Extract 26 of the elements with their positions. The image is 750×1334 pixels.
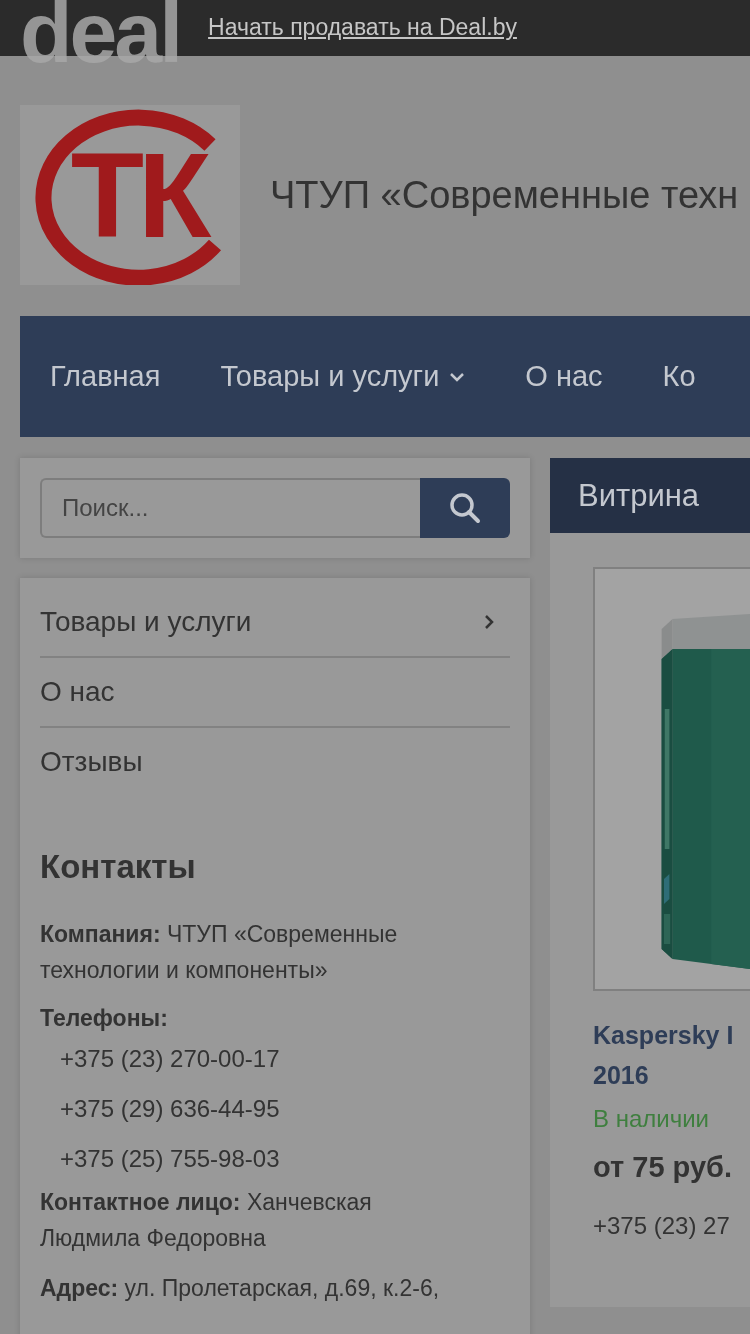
- showcase-title: Витрина: [578, 477, 700, 514]
- company-logo[interactable]: ТК: [20, 105, 240, 285]
- availability-status: В наличии: [593, 1105, 710, 1133]
- product-title-link[interactable]: Kaspersky I 2016: [593, 1015, 750, 1095]
- phones-label: Телефоны:: [40, 1004, 169, 1033]
- search-button[interactable]: [420, 478, 510, 538]
- contacts-heading: Контакты: [40, 848, 197, 886]
- phone-number: +375 (23) 27: [593, 1212, 731, 1240]
- search-field[interactable]: Поиск...: [40, 478, 420, 538]
- phone-number: +375 (29) 636-44-95: [59, 1094, 281, 1124]
- phone-number: +375 (25) 755-98-03: [59, 1144, 281, 1174]
- phone-number: +375 (23) 270-00-17: [59, 1044, 281, 1074]
- nav-link[interactable]: Товары и услуги: [220, 360, 466, 393]
- sidebar-menu-item[interactable]: О нас: [40, 658, 510, 728]
- contact-person: Контактное лицо: Ханчевская Людмила Федоровна: [40, 1188, 373, 1253]
- sidebar-menu-item[interactable]: Отзывы: [40, 728, 510, 796]
- company-info: Компания: ЧТУП «Современные технологии и компоненты»: [40, 920, 399, 985]
- start-selling-link[interactable]: Начать продавать на Deal.by: [208, 14, 517, 41]
- company-name: ЧТУП «Современные техн: [270, 173, 739, 217]
- nav-link[interactable]: О нас: [525, 360, 603, 393]
- product-price: от 75 руб.: [593, 1151, 733, 1184]
- sidebar-menu-item[interactable]: Товары и услуги: [40, 588, 510, 658]
- nav-link[interactable]: Ко: [662, 360, 696, 393]
- nav-link[interactable]: Главная: [50, 360, 161, 393]
- address: Адрес: ул. Пролетарская, д.69, к.2-6,: [40, 1274, 441, 1303]
- search-icon: [448, 491, 482, 525]
